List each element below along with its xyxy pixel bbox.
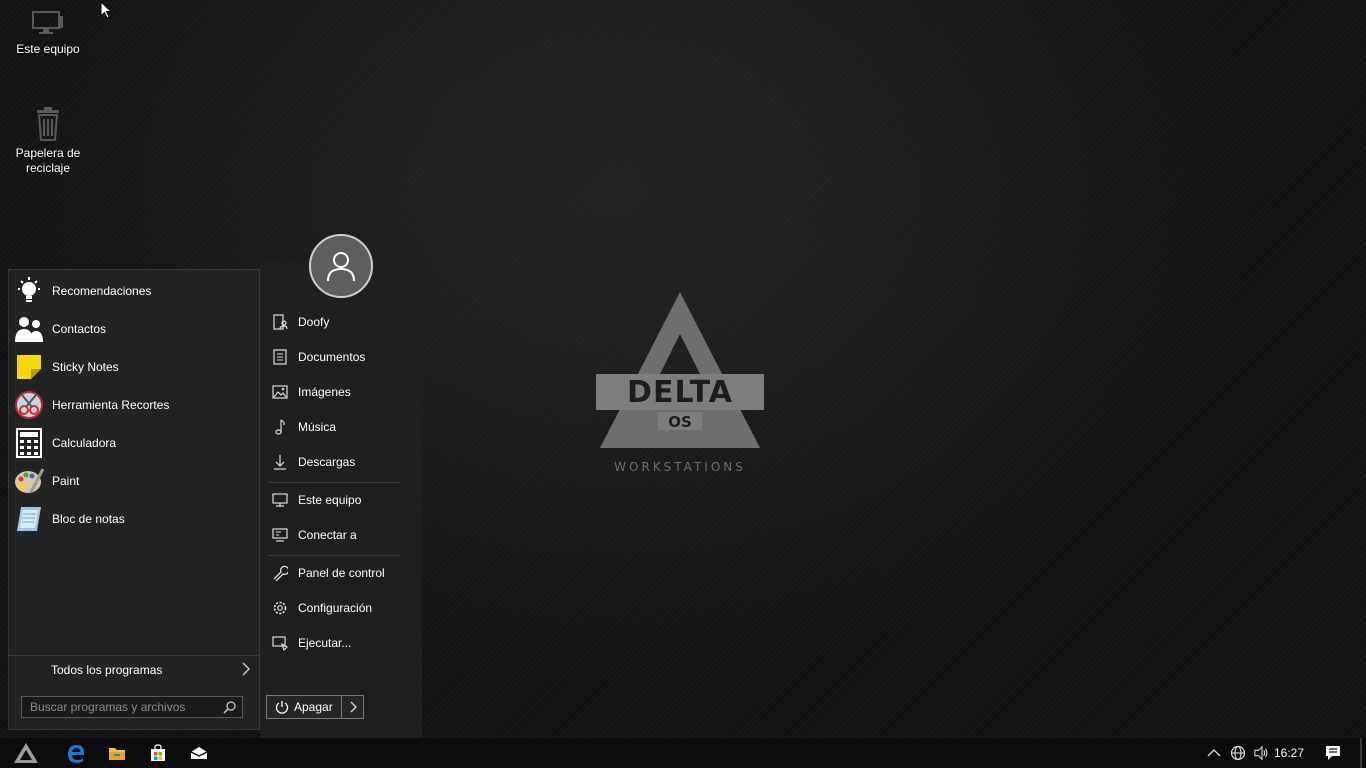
store-icon — [151, 744, 165, 761]
power-icon — [275, 701, 289, 714]
app-label: Recomendaciones — [52, 284, 152, 298]
place-item-configuracion[interactable]: Configuración — [260, 593, 420, 623]
download-icon — [270, 452, 290, 472]
app-label: Contactos — [52, 322, 107, 336]
notepad-icon — [13, 503, 45, 535]
place-item-documentos[interactable]: Documentos — [260, 342, 420, 372]
app-label: Calculadora — [52, 436, 117, 450]
place-label: Documentos — [298, 350, 366, 364]
app-item-bloc-de-notas[interactable]: Bloc de notas — [9, 500, 259, 538]
edge-browser-button[interactable] — [56, 738, 96, 768]
gear-icon — [270, 598, 290, 618]
paint-palette-icon — [13, 465, 45, 497]
app-label: Paint — [52, 474, 80, 488]
run-icon — [270, 633, 290, 653]
desktop-icon-recycle-bin[interactable]: Papelera de reciclaje — [8, 106, 88, 176]
svg-text:WORKSTATIONS: WORKSTATIONS — [614, 460, 746, 474]
chevron-right-icon — [350, 701, 357, 713]
place-item-descargas[interactable]: Descargas — [260, 447, 420, 477]
network-globe-icon — [1230, 745, 1246, 761]
app-label: Sticky Notes — [52, 360, 119, 374]
all-programs-button[interactable]: Todos los programas — [9, 655, 259, 683]
lightbulb-icon — [13, 275, 45, 307]
place-item-musica[interactable]: Música — [260, 412, 420, 442]
start-menu-apps-panel: Recomendaciones Contactos Sticky Notes H… — [8, 269, 260, 730]
volume-icon — [1254, 745, 1268, 761]
clock[interactable]: 16:27 — [1274, 746, 1304, 760]
calculator-icon — [13, 427, 45, 459]
user-avatar[interactable] — [309, 234, 373, 298]
svg-text:DELTA: DELTA — [627, 375, 733, 410]
document-icon — [270, 347, 290, 367]
computer-icon — [270, 490, 290, 510]
show-hidden-icons-button[interactable] — [1206, 745, 1222, 761]
place-item-conectar-a[interactable]: Conectar a — [260, 520, 420, 550]
app-label: Bloc de notas — [52, 512, 125, 526]
mail-button[interactable] — [179, 738, 219, 768]
file-explorer-button[interactable] — [97, 738, 137, 768]
image-icon — [270, 382, 290, 402]
search-icon[interactable] — [223, 701, 236, 714]
contacts-icon — [13, 313, 45, 345]
mouse-cursor-icon — [100, 1, 112, 19]
place-item-este-equipo[interactable]: Este equipo — [260, 485, 420, 515]
place-label: Conectar a — [298, 528, 357, 542]
place-item-ejecutar[interactable]: Ejecutar... — [260, 628, 420, 658]
connect-icon — [270, 525, 290, 545]
place-label: Este equipo — [298, 493, 362, 507]
delta-os-logo: DELTA OS WORKSTATIONS — [596, 292, 764, 474]
place-label: Doofy — [298, 315, 330, 329]
svg-text:OS: OS — [668, 413, 692, 431]
wrench-icon — [270, 563, 290, 583]
show-desktop-button[interactable] — [1360, 738, 1362, 768]
place-label: Descargas — [298, 455, 356, 469]
place-label: Música — [298, 420, 337, 434]
search-box[interactable] — [21, 696, 243, 718]
places-divider — [268, 482, 400, 483]
file-explorer-icon — [109, 748, 125, 760]
taskbar: 16:27 — [0, 738, 1366, 768]
user-icon — [327, 252, 355, 282]
user-folder-icon — [270, 312, 290, 332]
volume-button[interactable] — [1254, 745, 1270, 761]
monitor-icon — [32, 11, 63, 34]
desktop-icon-este-equipo[interactable]: Este equipo — [8, 8, 88, 57]
shutdown-label: Apagar — [294, 700, 333, 714]
app-item-calculadora[interactable]: Calculadora — [9, 424, 259, 462]
place-item-imagenes[interactable]: Imágenes — [260, 377, 420, 407]
recycle-bin-icon — [37, 107, 59, 141]
places-divider — [268, 555, 400, 556]
app-item-contactos[interactable]: Contactos — [9, 310, 259, 348]
action-center-button[interactable] — [1325, 745, 1341, 761]
app-label: Herramienta Recortes — [52, 398, 170, 412]
place-label: Configuración — [298, 601, 373, 615]
mail-icon — [190, 747, 208, 759]
all-programs-label: Todos los programas — [51, 662, 163, 677]
chevron-right-icon — [242, 662, 250, 676]
chevron-up-icon — [1207, 749, 1221, 757]
start-logo-icon — [14, 743, 38, 763]
network-button[interactable] — [1230, 745, 1246, 761]
app-item-paint[interactable]: Paint — [9, 462, 259, 500]
edge-browser-icon — [68, 745, 84, 763]
desktop-icon-label: Papelera de reciclaje — [15, 146, 81, 175]
app-item-recomendaciones[interactable]: Recomendaciones — [9, 272, 259, 310]
music-note-icon — [270, 417, 290, 437]
shutdown-button[interactable]: Apagar — [266, 695, 342, 719]
sticky-notes-icon — [13, 351, 45, 383]
start-button[interactable] — [6, 738, 46, 768]
search-input[interactable] — [22, 700, 212, 714]
place-item-panel-de-control[interactable]: Panel de control — [260, 558, 420, 588]
app-item-sticky-notes[interactable]: Sticky Notes — [9, 348, 259, 386]
place-label: Panel de control — [298, 566, 385, 580]
place-label: Ejecutar... — [298, 636, 352, 650]
app-item-herramienta-recortes[interactable]: Herramienta Recortes — [9, 386, 259, 424]
desktop-icon-label: Este equipo — [16, 42, 80, 56]
snipping-tool-icon — [13, 389, 45, 421]
shutdown-options-button[interactable] — [341, 695, 364, 719]
place-item-doofy[interactable]: Doofy — [260, 307, 420, 337]
place-label: Imágenes — [298, 385, 351, 399]
notification-icon — [1326, 746, 1340, 760]
store-button[interactable] — [138, 738, 178, 768]
